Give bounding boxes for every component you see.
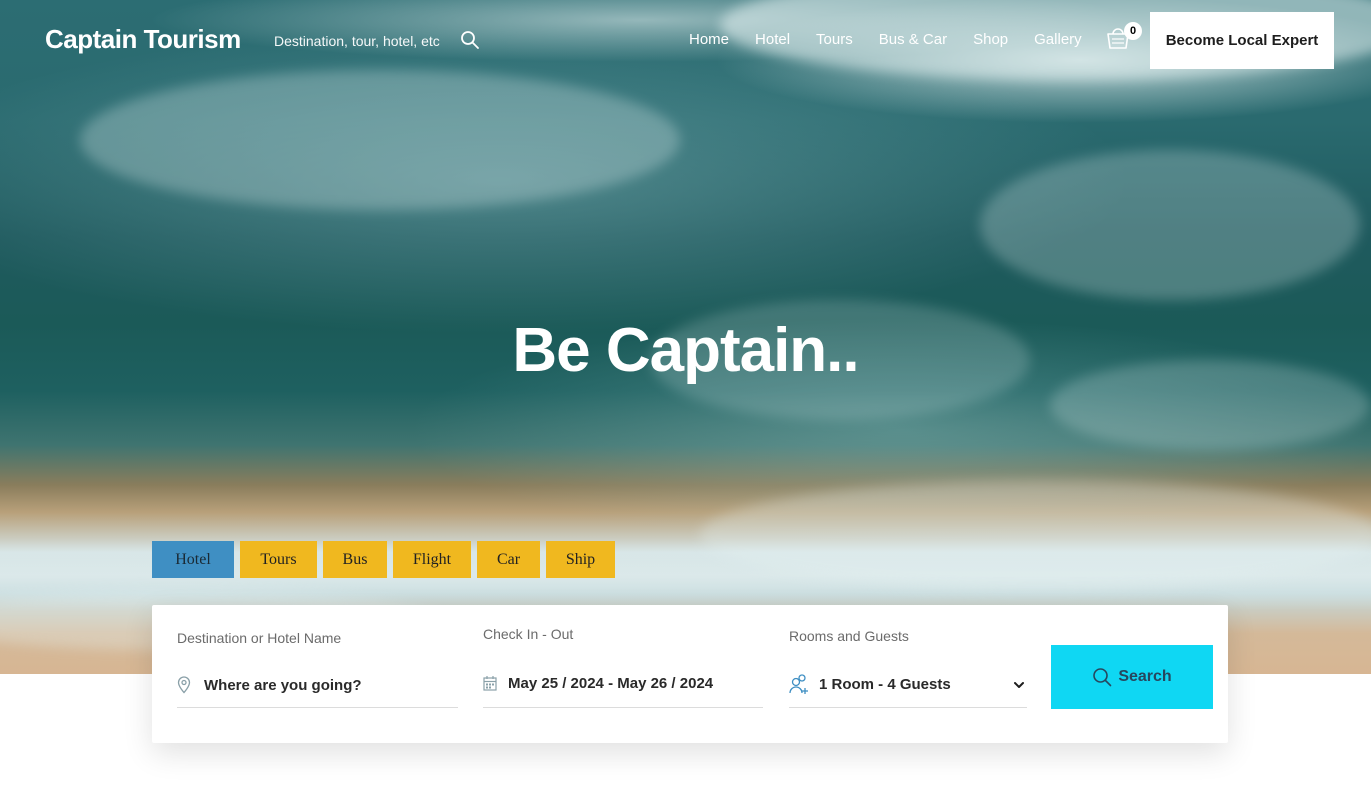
- destination-input-wrap[interactable]: [177, 663, 458, 708]
- search-icon: [1092, 667, 1112, 687]
- search-button-label: Search: [1118, 668, 1172, 685]
- tab-hotel[interactable]: Hotel: [152, 541, 234, 578]
- brand-logo[interactable]: Captain Tourism: [45, 24, 241, 55]
- main-nav: Home Hotel Tours Bus & Car Shop Gallery: [689, 31, 1108, 48]
- calendar-icon: [483, 675, 497, 691]
- nav-gallery[interactable]: Gallery: [1034, 31, 1082, 48]
- nav-bus-car[interactable]: Bus & Car: [879, 31, 947, 48]
- header-search[interactable]: [274, 30, 484, 52]
- nav-shop[interactable]: Shop: [973, 31, 1008, 48]
- header-search-input[interactable]: [274, 33, 454, 49]
- tab-ship[interactable]: Ship: [546, 541, 615, 578]
- nav-home[interactable]: Home: [689, 31, 729, 48]
- dates-label: Check In - Out: [483, 626, 574, 642]
- booking-search-panel: Destination or Hotel Name Check In - Out: [152, 605, 1228, 743]
- tab-bus[interactable]: Bus: [323, 541, 387, 578]
- chevron-down-icon[interactable]: [1013, 678, 1025, 690]
- guests-icon: [789, 673, 809, 695]
- booking-tabs: Hotel Tours Bus Flight Car Ship: [152, 541, 615, 578]
- dates-value[interactable]: May 25 / 2024 - May 26 / 2024: [508, 675, 713, 692]
- tab-tours[interactable]: Tours: [240, 541, 317, 578]
- dates-input-wrap[interactable]: May 25 / 2024 - May 26 / 2024: [483, 659, 763, 708]
- tab-flight[interactable]: Flight: [393, 541, 471, 578]
- search-button[interactable]: Search: [1051, 645, 1213, 709]
- foam-decoration: [700, 480, 1371, 590]
- become-local-expert-button[interactable]: Become Local Expert: [1150, 12, 1334, 69]
- foam-decoration: [980, 150, 1360, 300]
- nav-hotel[interactable]: Hotel: [755, 31, 790, 48]
- rooms-value: 1 Room - 4 Guests: [819, 675, 951, 693]
- foam-decoration: [80, 70, 680, 210]
- hero-title: Be Captain..: [512, 316, 859, 385]
- rooms-label: Rooms and Guests: [789, 628, 909, 644]
- destination-input[interactable]: [204, 676, 424, 694]
- search-icon[interactable]: [460, 30, 480, 50]
- location-pin-icon: [177, 676, 191, 694]
- destination-label: Destination or Hotel Name: [177, 630, 342, 646]
- tab-car[interactable]: Car: [477, 541, 540, 578]
- cart-count-badge: 0: [1124, 22, 1142, 40]
- rooms-select[interactable]: 1 Room - 4 Guests: [789, 661, 1027, 708]
- nav-tours[interactable]: Tours: [816, 31, 853, 48]
